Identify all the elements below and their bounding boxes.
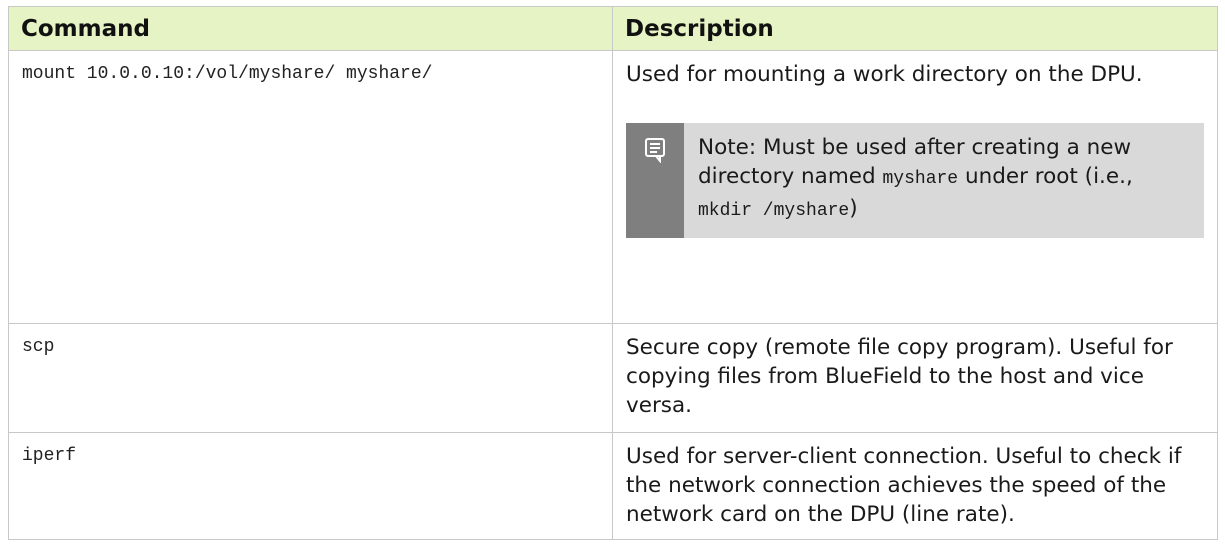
description-cell: Secure copy (remote file copy program). … xyxy=(612,323,1218,433)
table-header-row: Command Description xyxy=(8,6,1218,51)
note-text: Note: Must be used after creating a new … xyxy=(698,135,1133,221)
commands-table: Command Description mount 10.0.0.10:/vol… xyxy=(8,6,1218,540)
inline-code: mkdir /myshare xyxy=(698,201,850,221)
description-cell: Used for server-client connection. Usefu… xyxy=(612,432,1218,540)
inline-code: myshare xyxy=(882,169,959,189)
description-cell: Used for mounting a work directory on th… xyxy=(612,50,1218,324)
note-icon-bar xyxy=(626,123,684,238)
note-icon xyxy=(644,137,666,238)
command-column-header: Command xyxy=(8,6,613,51)
command-cell: iperf xyxy=(8,432,613,540)
description-text: Used for mounting a work directory on th… xyxy=(626,62,1143,87)
command-cell: scp xyxy=(8,323,613,433)
command-cell: mount 10.0.0.10:/vol/myshare/ myshare/ xyxy=(8,50,613,324)
note-callout: Note: Must be used after creating a new … xyxy=(626,123,1204,238)
table-row: mount 10.0.0.10:/vol/myshare/ myshare/ U… xyxy=(8,50,1218,324)
table-row: scp Secure copy (remote file copy progra… xyxy=(8,323,1218,433)
description-column-header: Description xyxy=(612,6,1218,51)
table-row: iperf Used for server-client connection.… xyxy=(8,432,1218,540)
